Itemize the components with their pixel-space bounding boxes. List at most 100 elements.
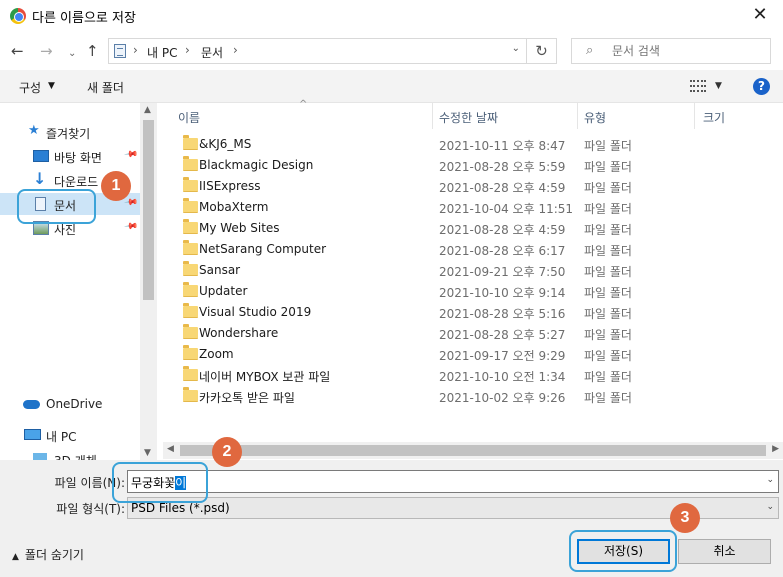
- file-list-pane: ^ 이름 수정한 날짜 유형 크기 &KJ6_MS 2021-10-11 오후 8…: [163, 99, 783, 460]
- hide-folders-toggle[interactable]: ▲ 폴더 숨기기: [12, 546, 84, 563]
- folder-icon: [183, 156, 198, 171]
- folder-icon: [183, 177, 198, 192]
- file-row[interactable]: Zoom 2021-09-17 오전 9:29 파일 폴더: [173, 344, 773, 365]
- file-date: 2021-08-28 오후 5:59: [439, 160, 566, 174]
- file-type: 파일 폴더: [584, 139, 632, 153]
- file-row[interactable]: Visual Studio 2019 2021-08-28 오후 5:16 파일 폴…: [173, 302, 773, 323]
- chevron-down-icon[interactable]: ⌄: [766, 475, 774, 485]
- file-type: 파일 폴더: [584, 223, 632, 237]
- close-icon[interactable]: ✕: [749, 4, 771, 26]
- scroll-down-icon[interactable]: ▼: [144, 448, 151, 458]
- recent-locations-chevron-icon[interactable]: ⌄: [68, 45, 76, 63]
- scrollbar-thumb[interactable]: [180, 445, 766, 456]
- file-row[interactable]: My Web Sites 2021-08-28 오후 4:59 파일 폴더: [173, 218, 773, 239]
- view-options-icon[interactable]: [690, 80, 706, 92]
- forward-arrow-icon[interactable]: →: [40, 42, 53, 60]
- filetype-label: 파일 형식(T):: [56, 502, 125, 516]
- column-header-date[interactable]: 수정한 날짜: [433, 103, 578, 129]
- file-row[interactable]: IISExpress 2021-08-28 오후 4:59 파일 폴더: [173, 176, 773, 197]
- breadcrumb-separator-icon[interactable]: ›: [185, 43, 190, 57]
- scrollbar-thumb[interactable]: [143, 120, 154, 300]
- file-name: 카카오톡 받은 파일: [199, 391, 295, 405]
- window-title: 다른 이름으로 저장: [32, 11, 136, 26]
- file-name: NetSarang Computer: [199, 242, 327, 256]
- folder-icon: [183, 261, 198, 276]
- organize-button[interactable]: 구성: [19, 79, 41, 96]
- step-badge-1: 1: [101, 171, 131, 201]
- file-row[interactable]: 카카오톡 받은 파일 2021-10-02 오후 9:26 파일 폴더: [173, 386, 773, 407]
- nav-onedrive[interactable]: OneDrive: [0, 393, 140, 415]
- caret-down-icon[interactable]: ▼: [48, 81, 55, 91]
- cloud-icon: [23, 400, 40, 409]
- file-row[interactable]: Updater 2021-10-10 오후 9:14 파일 폴더: [173, 281, 773, 302]
- new-folder-button[interactable]: 새 폴더: [87, 79, 124, 96]
- file-row[interactable]: &KJ6_MS 2021-10-11 오후 8:47 파일 폴더: [173, 134, 773, 155]
- breadcrumb-separator-icon[interactable]: ›: [233, 43, 238, 57]
- computer-icon: [24, 429, 41, 440]
- file-name: Blackmagic Design: [199, 158, 314, 172]
- file-type: 파일 폴더: [584, 181, 632, 195]
- file-type: 파일 폴더: [584, 370, 632, 384]
- cube-icon: [33, 453, 47, 460]
- column-header-type[interactable]: 유형: [578, 103, 695, 129]
- address-bar[interactable]: › 내 PC › 문서 › ⌄: [108, 38, 527, 64]
- back-arrow-icon[interactable]: ←: [11, 42, 24, 60]
- caret-down-icon[interactable]: ▼: [715, 81, 722, 91]
- file-date: 2021-09-17 오전 9:29: [439, 349, 566, 363]
- chrome-app-icon: [10, 8, 26, 24]
- scroll-right-icon[interactable]: ▶: [772, 444, 779, 454]
- folder-icon: [183, 198, 198, 213]
- file-date: 2021-10-11 오후 8:47: [439, 139, 566, 153]
- breadcrumb-separator-icon[interactable]: ›: [133, 43, 138, 57]
- nav-this-pc[interactable]: 내 PC: [0, 424, 140, 446]
- help-icon[interactable]: ?: [753, 78, 770, 95]
- nav-desktop[interactable]: 바탕 화면 📌: [0, 145, 140, 167]
- file-row[interactable]: Wondershare 2021-08-28 오후 5:27 파일 폴더: [173, 323, 773, 344]
- filename-input[interactable]: 무궁화꽃이 ⌄: [127, 470, 779, 493]
- address-dropdown-icon[interactable]: ⌄: [512, 43, 520, 54]
- file-row[interactable]: NetSarang Computer 2021-08-28 오후 6:17 파일 폴…: [173, 239, 773, 260]
- folder-icon: [183, 240, 198, 255]
- refresh-icon[interactable]: ↻: [527, 38, 557, 64]
- file-date: 2021-09-21 오후 7:50: [439, 265, 566, 279]
- file-date: 2021-08-28 오후 6:17: [439, 244, 566, 258]
- chevron-down-icon[interactable]: ⌄: [766, 502, 774, 512]
- nav-3d-objects[interactable]: 3D 개체: [0, 448, 140, 460]
- filetype-value: PSD Files (*.psd): [131, 501, 230, 515]
- navigation-scrollbar[interactable]: ▲ ▼: [140, 103, 157, 460]
- file-row[interactable]: MobaXterm 2021-10-04 오후 11:51 파일 폴더: [173, 197, 773, 218]
- column-header-name[interactable]: ^ 이름: [163, 99, 433, 129]
- file-date: 2021-08-28 오후 4:59: [439, 181, 566, 195]
- cancel-button[interactable]: 취소: [678, 539, 771, 564]
- file-row[interactable]: Blackmagic Design 2021-08-28 오후 5:59 파일 폴더: [173, 155, 773, 176]
- highlight-ring-save: [569, 530, 677, 572]
- file-date: 2021-08-28 오후 5:16: [439, 307, 566, 321]
- highlight-ring-filename: [112, 462, 208, 503]
- up-arrow-icon[interactable]: ↑: [86, 42, 99, 60]
- file-name: &KJ6_MS: [199, 137, 252, 151]
- search-input[interactable]: [612, 42, 762, 60]
- file-date: 2021-10-10 오전 1:34: [439, 370, 566, 384]
- file-list-horizontal-scrollbar[interactable]: ◀ ▶: [163, 442, 783, 459]
- step-badge-3: 3: [670, 503, 700, 533]
- highlight-ring-documents: [17, 189, 96, 224]
- file-name: 네이버 MYBOX 보관 파일: [199, 370, 331, 384]
- sort-ascending-icon: ^: [299, 99, 308, 110]
- folder-icon: [183, 282, 198, 297]
- breadcrumb-this-pc[interactable]: 내 PC: [147, 44, 177, 61]
- search-box[interactable]: ⌕: [571, 38, 771, 64]
- file-name: My Web Sites: [199, 221, 280, 235]
- file-type: 파일 폴더: [584, 265, 632, 279]
- pin-icon[interactable]: 📌: [123, 220, 138, 235]
- column-header-size[interactable]: 크기: [695, 103, 783, 129]
- file-row[interactable]: 네이버 MYBOX 보관 파일 2021-10-10 오전 1:34 파일 폴더: [173, 365, 773, 386]
- pin-icon[interactable]: 📌: [123, 148, 138, 163]
- nav-quick-access[interactable]: ★ 즐겨찾기: [0, 121, 140, 143]
- folder-icon: [183, 219, 198, 234]
- file-row[interactable]: Sansar 2021-09-21 오후 7:50 파일 폴더: [173, 260, 773, 281]
- scroll-left-icon[interactable]: ◀: [167, 444, 174, 454]
- breadcrumb-documents[interactable]: 문서: [201, 44, 223, 61]
- title-bar: 다른 이름으로 저장 ✕: [0, 0, 783, 32]
- scroll-up-icon[interactable]: ▲: [144, 105, 151, 115]
- file-name: MobaXterm: [199, 200, 269, 214]
